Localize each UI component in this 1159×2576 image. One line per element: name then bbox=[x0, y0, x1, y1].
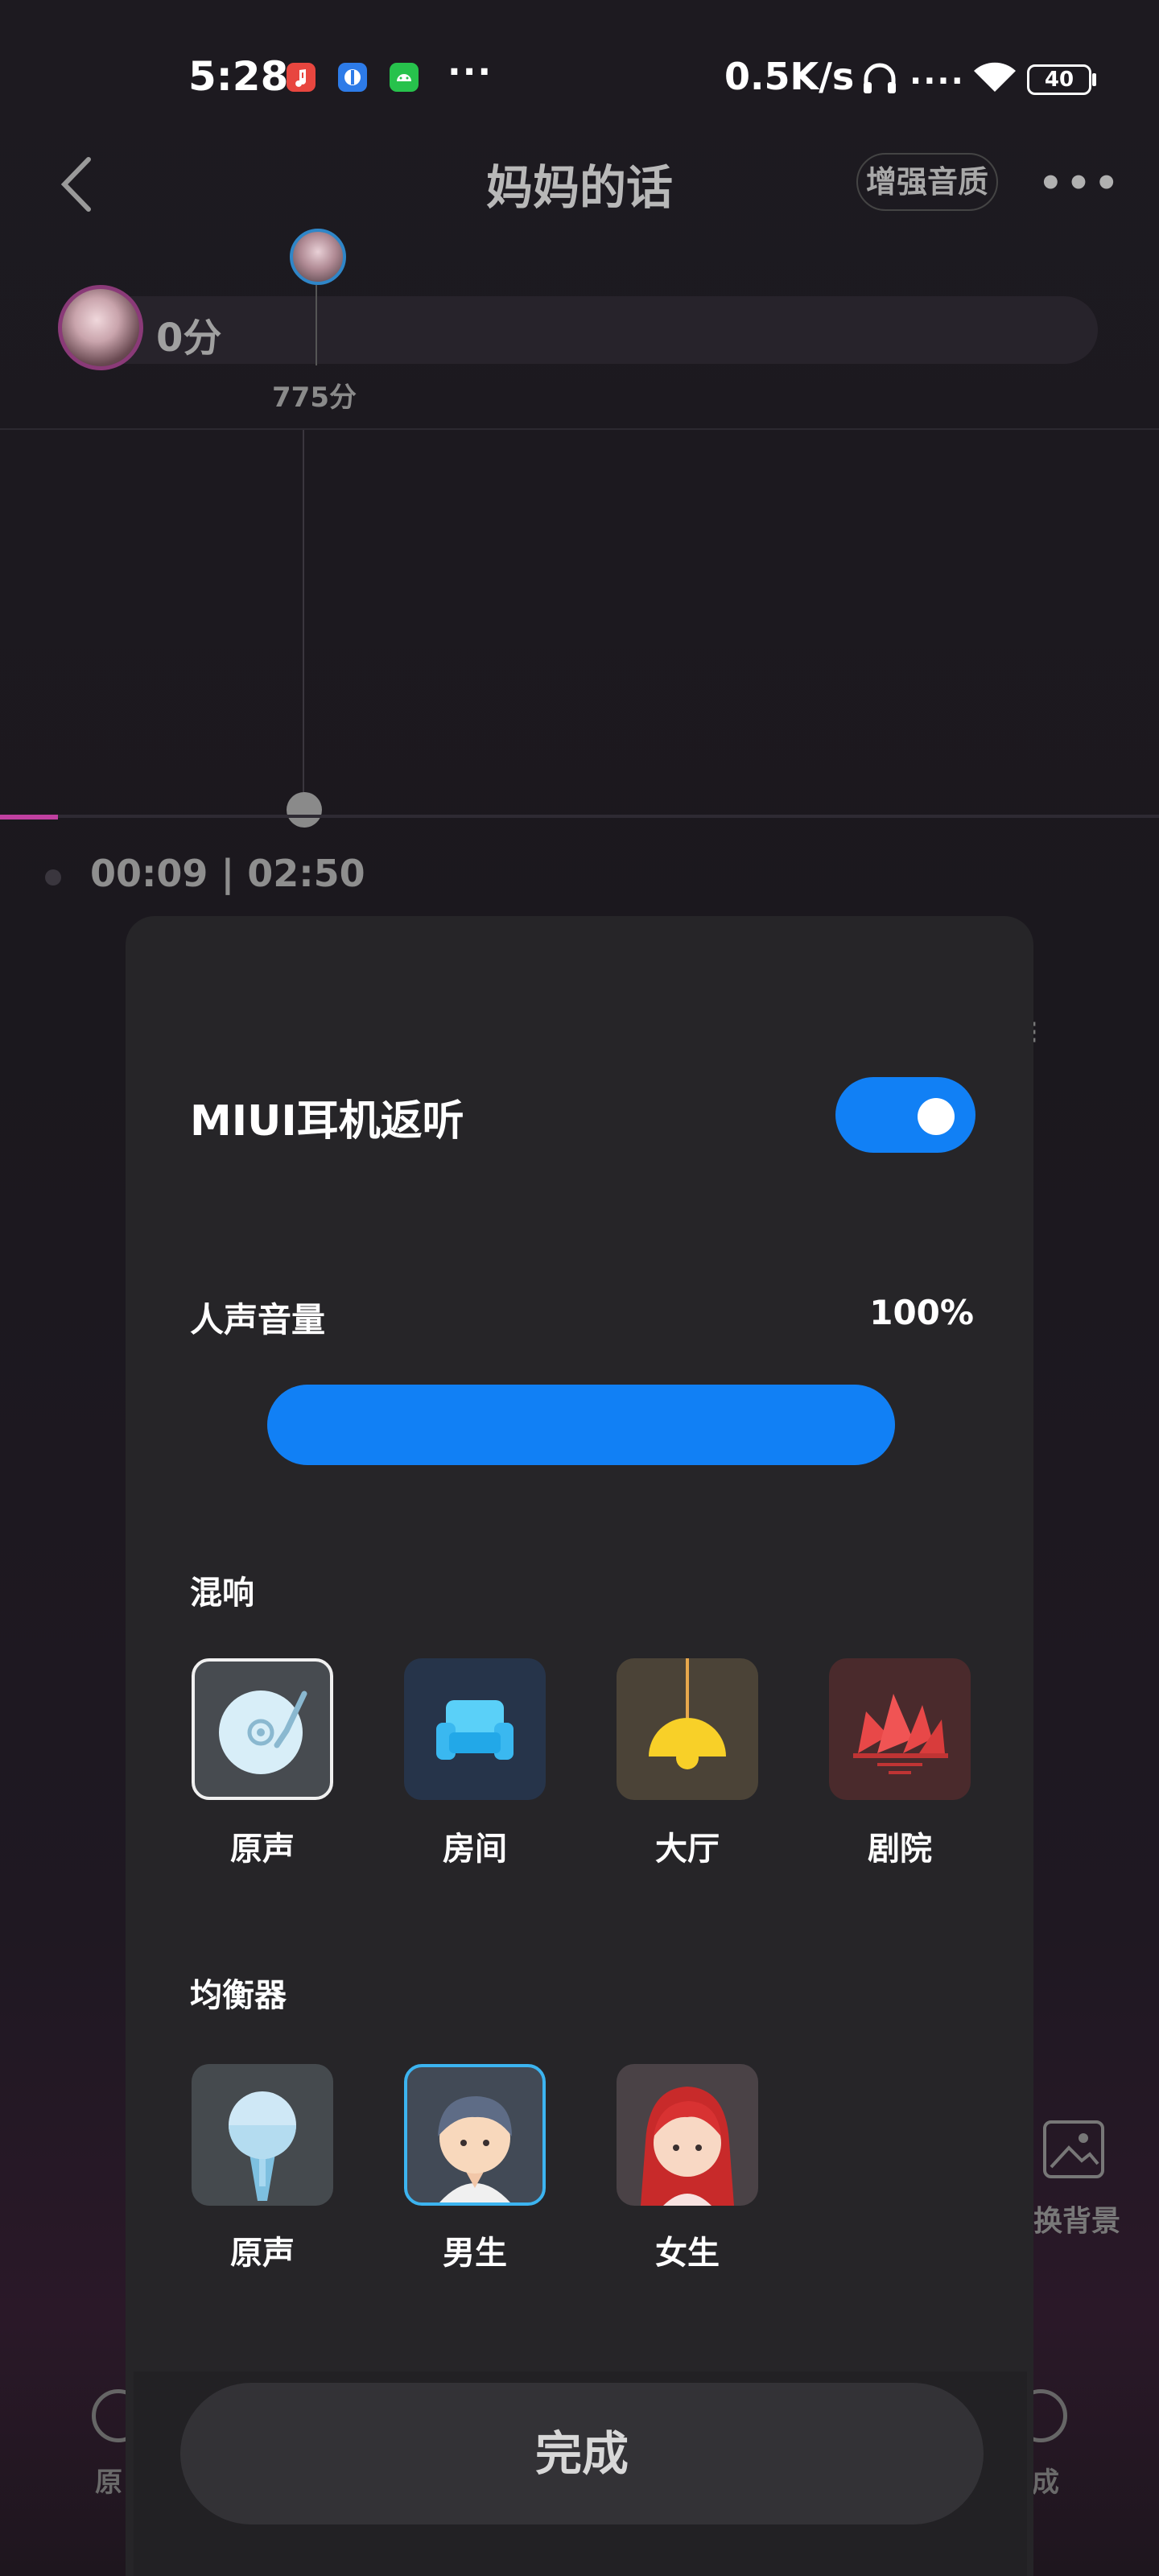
reverb-option-label: 原声 bbox=[230, 1831, 295, 1868]
divider bbox=[0, 428, 1159, 430]
record-disc-icon bbox=[219, 1690, 307, 1774]
change-background-label[interactable]: 换背景 bbox=[1033, 2198, 1120, 2240]
vocal-volume-value: 100% bbox=[869, 1293, 974, 1332]
eq-option-male[interactable] bbox=[404, 2064, 546, 2206]
status-more-dots: ··· bbox=[448, 52, 493, 93]
reverb-option-room[interactable] bbox=[404, 1658, 546, 1800]
wifi-icon bbox=[972, 61, 1017, 93]
playback-time: 00:09 | 02:50 bbox=[90, 852, 365, 895]
playhead-line bbox=[303, 430, 304, 800]
music-app-icon bbox=[287, 63, 316, 92]
vocal-volume-fill bbox=[267, 1385, 895, 1465]
opera-house-icon bbox=[853, 1694, 948, 1774]
recording-dot bbox=[45, 869, 61, 886]
headset-monitor-label: MIUI耳机返听 bbox=[190, 1097, 464, 1146]
security-app-icon bbox=[338, 63, 367, 92]
headphone-icon bbox=[861, 61, 898, 95]
network-speed: 0.5K/s bbox=[724, 55, 855, 98]
battery-indicator: 40 bbox=[1027, 64, 1091, 95]
battery-tip bbox=[1092, 73, 1096, 86]
playhead-knob[interactable] bbox=[287, 792, 322, 828]
user-avatar bbox=[58, 285, 143, 370]
reverb-option-original[interactable] bbox=[192, 1658, 333, 1800]
status-time: 5:28 bbox=[188, 53, 289, 100]
toggle-knob bbox=[918, 1098, 955, 1135]
reverb-option-label: 房间 bbox=[443, 1831, 507, 1868]
android-app-icon bbox=[390, 63, 419, 92]
image-icon[interactable] bbox=[1043, 2120, 1104, 2178]
rival-avatar bbox=[290, 229, 346, 285]
reverb-option-hall[interactable] bbox=[617, 1658, 758, 1800]
vocal-volume-label: 人声音量 bbox=[190, 1300, 326, 1340]
playback-progress-fill bbox=[0, 815, 58, 819]
reverb-section-label: 混响 bbox=[190, 1575, 254, 1612]
reverb-option-label: 大厅 bbox=[655, 1831, 720, 1868]
eq-option-label: 原声 bbox=[230, 2235, 295, 2272]
playback-progress-track[interactable] bbox=[0, 815, 1159, 818]
female-avatar-icon bbox=[641, 2087, 734, 2206]
more-options-icon[interactable]: ••• bbox=[1038, 161, 1122, 206]
eq-option-label: 男生 bbox=[443, 2235, 507, 2272]
score-marker-label: 775分 bbox=[272, 382, 357, 414]
finish-label[interactable]: 成 bbox=[1032, 2460, 1059, 2500]
signal-dots: .... bbox=[909, 55, 965, 92]
eq-option-original[interactable] bbox=[192, 2064, 333, 2206]
pendant-lamp-icon bbox=[649, 1658, 726, 1769]
equalizer-section-label: 均衡器 bbox=[190, 1977, 287, 2014]
current-score: 0分 bbox=[156, 316, 222, 361]
reverb-option-theater[interactable] bbox=[829, 1658, 971, 1800]
original-vocal-label[interactable]: 原 bbox=[95, 2460, 122, 2500]
microphone-icon bbox=[229, 2091, 296, 2201]
enhance-quality-button[interactable]: 增强音质 bbox=[856, 153, 998, 211]
eq-option-label: 女生 bbox=[655, 2235, 720, 2272]
score-marker-line bbox=[316, 285, 317, 365]
eq-option-female[interactable] bbox=[617, 2064, 758, 2206]
male-avatar-icon bbox=[438, 2096, 512, 2202]
done-button[interactable]: 完成 bbox=[180, 2383, 984, 2524]
sofa-icon bbox=[436, 1700, 514, 1760]
reverb-option-label: 剧院 bbox=[868, 1831, 932, 1868]
